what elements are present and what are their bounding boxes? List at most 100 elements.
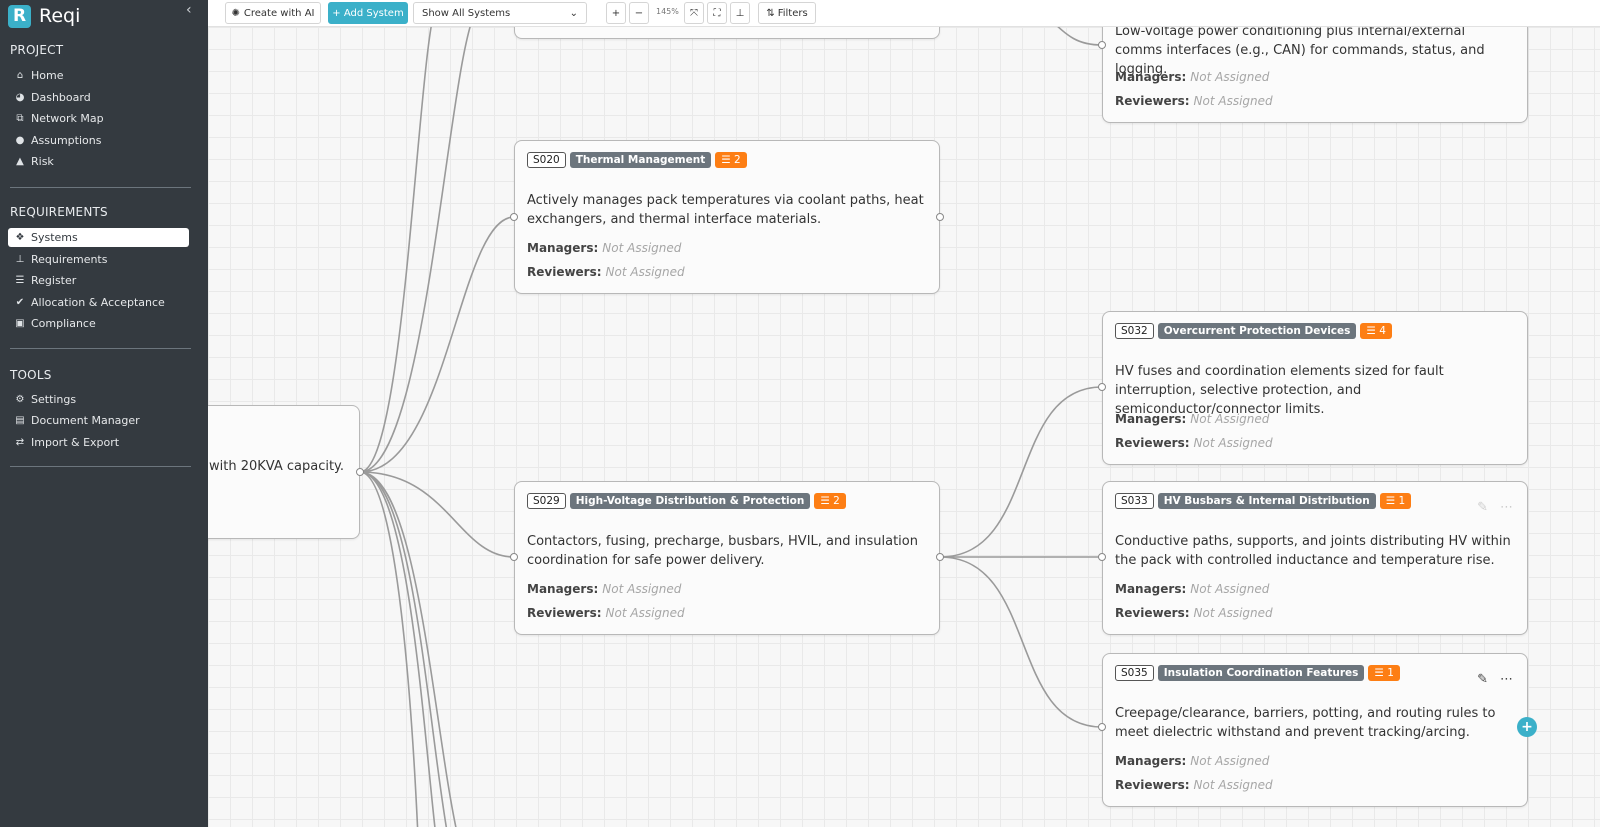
filters-button[interactable]: ⇅ Filters <box>758 2 816 24</box>
node-connector-handle[interactable] <box>1098 553 1106 561</box>
edge <box>359 471 515 558</box>
reviewers-label: Reviewers: <box>1115 94 1190 108</box>
system-node-s020[interactable]: S020 Thermal Management ☰ 2 Actively man… <box>514 140 940 294</box>
zoom-in-button[interactable]: + <box>606 2 626 24</box>
sidebar-item-label: Home <box>31 69 64 82</box>
dashboard-icon: ◕ <box>15 92 25 103</box>
node-connector-handle[interactable] <box>1098 383 1106 391</box>
sitemap-icon: ⊥ <box>735 7 745 19</box>
system-code: S029 <box>527 493 566 509</box>
node-managers: Managers: Not Assigned <box>1115 412 1269 426</box>
system-name[interactable]: High-Voltage Distribution & Protection <box>569 493 811 509</box>
node-connector-handle[interactable] <box>510 553 518 561</box>
system-name[interactable]: Overcurrent Protection Devices <box>1157 323 1357 339</box>
system-node-comms[interactable]: Low-voltage power conditioning plus inte… <box>1102 27 1528 123</box>
system-node-s032[interactable]: S032 Overcurrent Protection Devices ☰ 4 … <box>1102 311 1528 465</box>
node-connector-handle[interactable] <box>1098 723 1106 731</box>
edit-icon[interactable]: ✎ <box>1477 672 1488 687</box>
node-connector-handle[interactable] <box>936 213 944 221</box>
edge <box>1057 27 1103 46</box>
reviewers-value: Not Assigned <box>605 265 685 279</box>
node-description: Creepage/clearance, barriers, potting, a… <box>1115 706 1496 740</box>
node-managers: Managers: Not Assigned <box>527 582 681 596</box>
add-system-button[interactable]: + Add System <box>328 2 408 24</box>
sidebar-item-dashboard[interactable]: ◕ Dashboard <box>8 88 189 107</box>
chevron-down-icon: ⌄ <box>569 7 578 19</box>
sidebar-item-label: Document Manager <box>31 414 140 427</box>
requirements-count-badge[interactable]: ☰ 4 <box>1360 323 1392 339</box>
system-name[interactable]: HV Busbars & Internal Distribution <box>1157 493 1376 509</box>
node-connector-handle[interactable] <box>936 553 944 561</box>
sidebar-item-assumptions[interactable]: ● Assumptions <box>8 131 189 150</box>
node-actions: ✎ ⋯ <box>1477 500 1513 515</box>
sidebar-item-document-manager[interactable]: ▤ Document Manager <box>8 411 189 430</box>
network-icon: ⧉ <box>16 113 24 124</box>
fit-view-button[interactable]: ⤧ <box>684 2 704 24</box>
auto-layout-button[interactable]: ⊥ <box>730 2 750 24</box>
reviewers-label: Reviewers: <box>527 265 602 279</box>
managers-label: Managers: <box>527 582 599 596</box>
requirements-count-badge[interactable]: ☰ 1 <box>1379 493 1412 509</box>
sidebar-item-import-export[interactable]: ⇄ Import & Export <box>8 433 189 452</box>
node-connector-handle[interactable] <box>510 213 518 221</box>
sidebar-item-home[interactable]: ⌂ Home <box>8 66 189 85</box>
reviewers-label: Reviewers: <box>527 606 602 620</box>
more-icon[interactable]: ⋯ <box>1500 500 1513 515</box>
sidebar-item-compliance[interactable]: ▣ Compliance <box>8 314 189 333</box>
node-description: Actively manages pack temperatures via c… <box>527 193 924 227</box>
sidebar-item-settings[interactable]: ⚙ Settings <box>8 390 189 409</box>
system-filter-value: Show All Systems <box>422 7 511 19</box>
create-with-ai-button[interactable]: ✺ Create with AI <box>225 2 321 24</box>
node-managers: Managers: Not Assigned <box>1115 754 1269 768</box>
exchange-icon: ⇄ <box>15 437 25 448</box>
sidebar-item-requirements[interactable]: ⊥ Requirements <box>8 250 189 269</box>
system-node-root[interactable]: with 20KVA capacity. <box>208 405 360 539</box>
sidebar-item-risk[interactable]: ▲ Risk <box>8 152 189 171</box>
node-connector-handle[interactable] <box>1098 41 1106 49</box>
sidebar-item-network-map[interactable]: ⧉ Network Map <box>8 109 189 128</box>
system-node-partial[interactable] <box>514 27 940 39</box>
system-node-s029[interactable]: S029 High-Voltage Distribution & Protect… <box>514 481 940 635</box>
list-icon: ☰ <box>1385 495 1399 507</box>
system-code: S033 <box>1115 493 1154 509</box>
brand[interactable]: R Reqi <box>8 4 80 28</box>
node-reviewers: Reviewers: Not Assigned <box>1115 606 1273 620</box>
sidebar-item-label: Network Map <box>31 112 104 125</box>
chevron-left-icon[interactable]: ‹ <box>186 2 192 18</box>
filters-label: Filters <box>777 7 808 19</box>
sidebar-item-systems[interactable]: ❖ Systems <box>8 228 189 247</box>
list-icon: ☰ <box>820 495 834 507</box>
edge <box>359 471 448 827</box>
node-header: S029 High-Voltage Distribution & Protect… <box>527 493 846 509</box>
sidebar-item-register[interactable]: ☰ Register <box>8 271 189 290</box>
node-connector-handle[interactable] <box>356 468 364 476</box>
add-child-button[interactable]: + <box>1517 717 1537 737</box>
more-icon[interactable]: ⋯ <box>1500 672 1513 687</box>
system-node-s033[interactable]: S033 HV Busbars & Internal Distribution … <box>1102 481 1528 635</box>
network-canvas[interactable]: Low-voltage power conditioning plus inte… <box>208 27 1600 827</box>
edit-icon[interactable]: ✎ <box>1477 500 1488 515</box>
system-filter-select[interactable]: Show All Systems ⌄ <box>413 2 587 24</box>
system-node-s035[interactable]: S035 Insulation Coordination Features ☰ … <box>1102 653 1528 807</box>
edge <box>359 471 419 827</box>
reviewers-label: Reviewers: <box>1115 436 1190 450</box>
edge <box>359 471 457 827</box>
reviewers-value: Not Assigned <box>1193 778 1273 792</box>
sidebar-item-label: Requirements <box>31 253 108 266</box>
app-logo: R <box>8 4 31 28</box>
sidebar-item-label: Allocation & Acceptance <box>31 296 165 309</box>
list-icon: ☰ <box>1366 325 1380 337</box>
system-name[interactable]: Thermal Management <box>569 152 712 168</box>
requirements-count-badge[interactable]: ☰ 2 <box>715 152 747 168</box>
requirements-count-badge[interactable]: ☰ 2 <box>814 493 846 509</box>
managers-label: Managers: <box>527 241 599 255</box>
zoom-out-button[interactable]: − <box>629 2 649 24</box>
edge <box>359 216 515 473</box>
requirements-count-badge[interactable]: ☰ 1 <box>1368 665 1400 681</box>
system-name[interactable]: Insulation Coordination Features <box>1157 665 1365 681</box>
sidebar-item-allocation[interactable]: ✔ Allocation & Acceptance <box>8 293 189 312</box>
node-managers: Managers: Not Assigned <box>527 241 681 255</box>
fullscreen-button[interactable]: ⛶ <box>707 2 727 24</box>
create-with-ai-label: Create with AI <box>243 7 315 19</box>
node-header: S033 HV Busbars & Internal Distribution … <box>1115 493 1412 509</box>
